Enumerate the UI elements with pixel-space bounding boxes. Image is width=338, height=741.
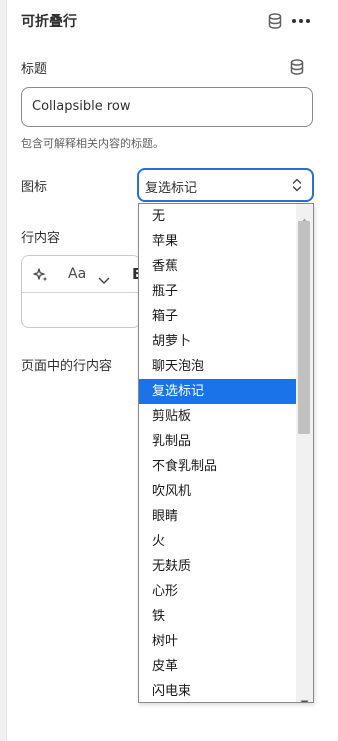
icon-option[interactable]: 箱子 [139, 304, 297, 329]
icon-option[interactable]: 心形 [139, 579, 297, 604]
icon-option[interactable]: 无 [139, 204, 297, 229]
icon-option[interactable]: 苹果 [139, 229, 297, 254]
select-arrows-icon [291, 177, 303, 193]
scroll-up-icon[interactable] [300, 209, 309, 224]
scrollbar-thumb[interactable] [298, 221, 310, 434]
icon-option[interactable]: 剪贴板 [139, 404, 297, 429]
icon-option[interactable]: 香蕉 [139, 254, 297, 279]
more-horizontal-icon[interactable] [291, 13, 311, 27]
section-header: 可折叠行 [21, 10, 321, 32]
icon-option[interactable]: 皮革 [139, 654, 297, 679]
icon-option[interactable]: 无麸质 [139, 554, 297, 579]
scroll-down-icon[interactable] [300, 691, 309, 702]
icon-option[interactable]: 瓶子 [139, 279, 297, 304]
page-row-content-label: 页面中的行内容 [21, 359, 113, 374]
icon-options-list[interactable]: 无苹果 香蕉 瓶子 箱子 胡萝卜 聊天泡泡 复选标记 剪贴板 乳制品 不食乳制品 吹风机 眼睛火无麸质… [138, 203, 314, 703]
sparkle-icon[interactable] [33, 267, 49, 287]
heading-help-text: 包含可解释相关内容的标题。 [21, 137, 164, 150]
panel-edge [0, 0, 7, 741]
icon-option[interactable]: 吹风机 [139, 479, 297, 504]
icon-option[interactable]: 胡萝卜 [139, 329, 297, 354]
rich-text-editor[interactable]: Aa B [21, 255, 141, 328]
editor-toolbar: Aa B [22, 256, 140, 293]
row-content-label: 行内容 [21, 231, 61, 246]
icon-option[interactable]: 眼睛 [139, 504, 297, 529]
icon-option[interactable]: 铁 [139, 604, 297, 629]
icon-option[interactable]: 复选标记 [139, 379, 297, 404]
chevron-down-icon[interactable] [98, 270, 110, 289]
icon-option[interactable]: 闪电束 [139, 679, 297, 702]
icon-option[interactable]: 火 [139, 529, 297, 554]
icon-select-value: 复选标记 [145, 181, 198, 196]
icon-option[interactable]: 聊天泡泡 [139, 354, 297, 379]
section-title: 可折叠行 [21, 14, 77, 30]
icon-option[interactable]: 乳制品 [139, 429, 297, 454]
database-icon[interactable] [268, 13, 282, 29]
heading-input[interactable]: Collapsible row [21, 87, 313, 127]
icon-select[interactable]: 复选标记 [137, 168, 314, 202]
database-icon[interactable] [290, 59, 304, 75]
icon-label: 图标 [21, 180, 48, 195]
heading-label: 标题 [21, 62, 48, 77]
scrollbar[interactable] [296, 204, 313, 702]
icon-option[interactable]: 不食乳制品 [139, 454, 297, 479]
text-style-button[interactable]: Aa [68, 266, 86, 282]
icon-option[interactable]: 树叶 [139, 629, 297, 654]
